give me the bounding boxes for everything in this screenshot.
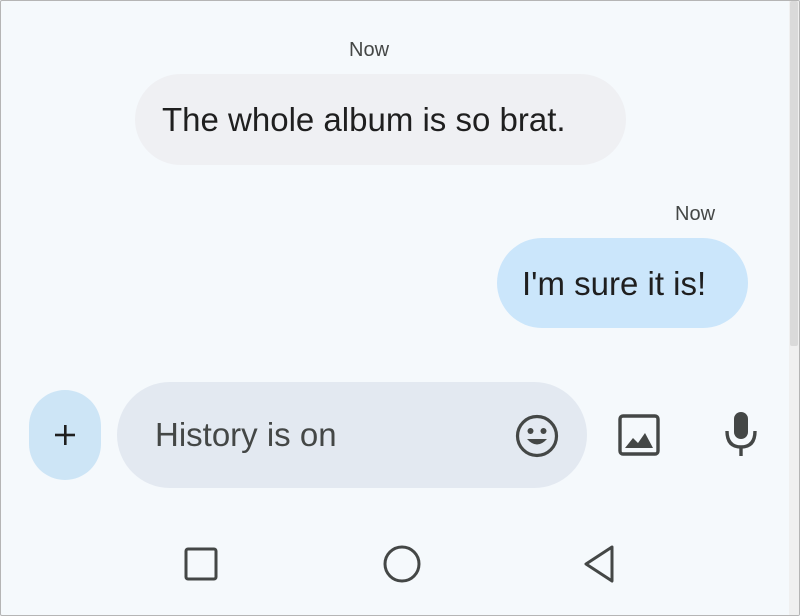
message-text: I'm sure it is!: [522, 264, 707, 302]
scrollbar[interactable]: [789, 1, 799, 615]
recent-apps-button[interactable]: [184, 547, 218, 581]
message-timestamp: Now: [675, 203, 716, 225]
emoji-smile-icon: [514, 413, 560, 459]
scrollbar-thumb[interactable]: [790, 1, 798, 346]
emoji-button[interactable]: [514, 413, 560, 459]
voice-input-button[interactable]: [719, 406, 763, 462]
back-icon: [581, 544, 617, 584]
recent-apps-icon: [184, 547, 218, 581]
home-icon: [382, 544, 422, 584]
back-button[interactable]: [581, 544, 617, 584]
incoming-message-bubble[interactable]: The whole album is so brat.: [135, 74, 626, 165]
outgoing-message-bubble[interactable]: I'm sure it is!: [497, 238, 748, 328]
message-text: The whole album is so brat.: [162, 101, 566, 138]
message-timestamp: Now: [349, 39, 390, 61]
message-input[interactable]: History is on: [117, 382, 587, 488]
message-input-placeholder: History is on: [155, 416, 337, 453]
add-attachment-button[interactable]: [29, 390, 101, 480]
plus-icon: [54, 424, 76, 446]
gallery-button[interactable]: [615, 411, 663, 459]
image-gallery-icon: [615, 411, 663, 459]
messages-screen: Now The whole album is so brat. Now I'm …: [0, 0, 800, 616]
home-button[interactable]: [382, 544, 422, 584]
microphone-icon: [719, 406, 763, 462]
